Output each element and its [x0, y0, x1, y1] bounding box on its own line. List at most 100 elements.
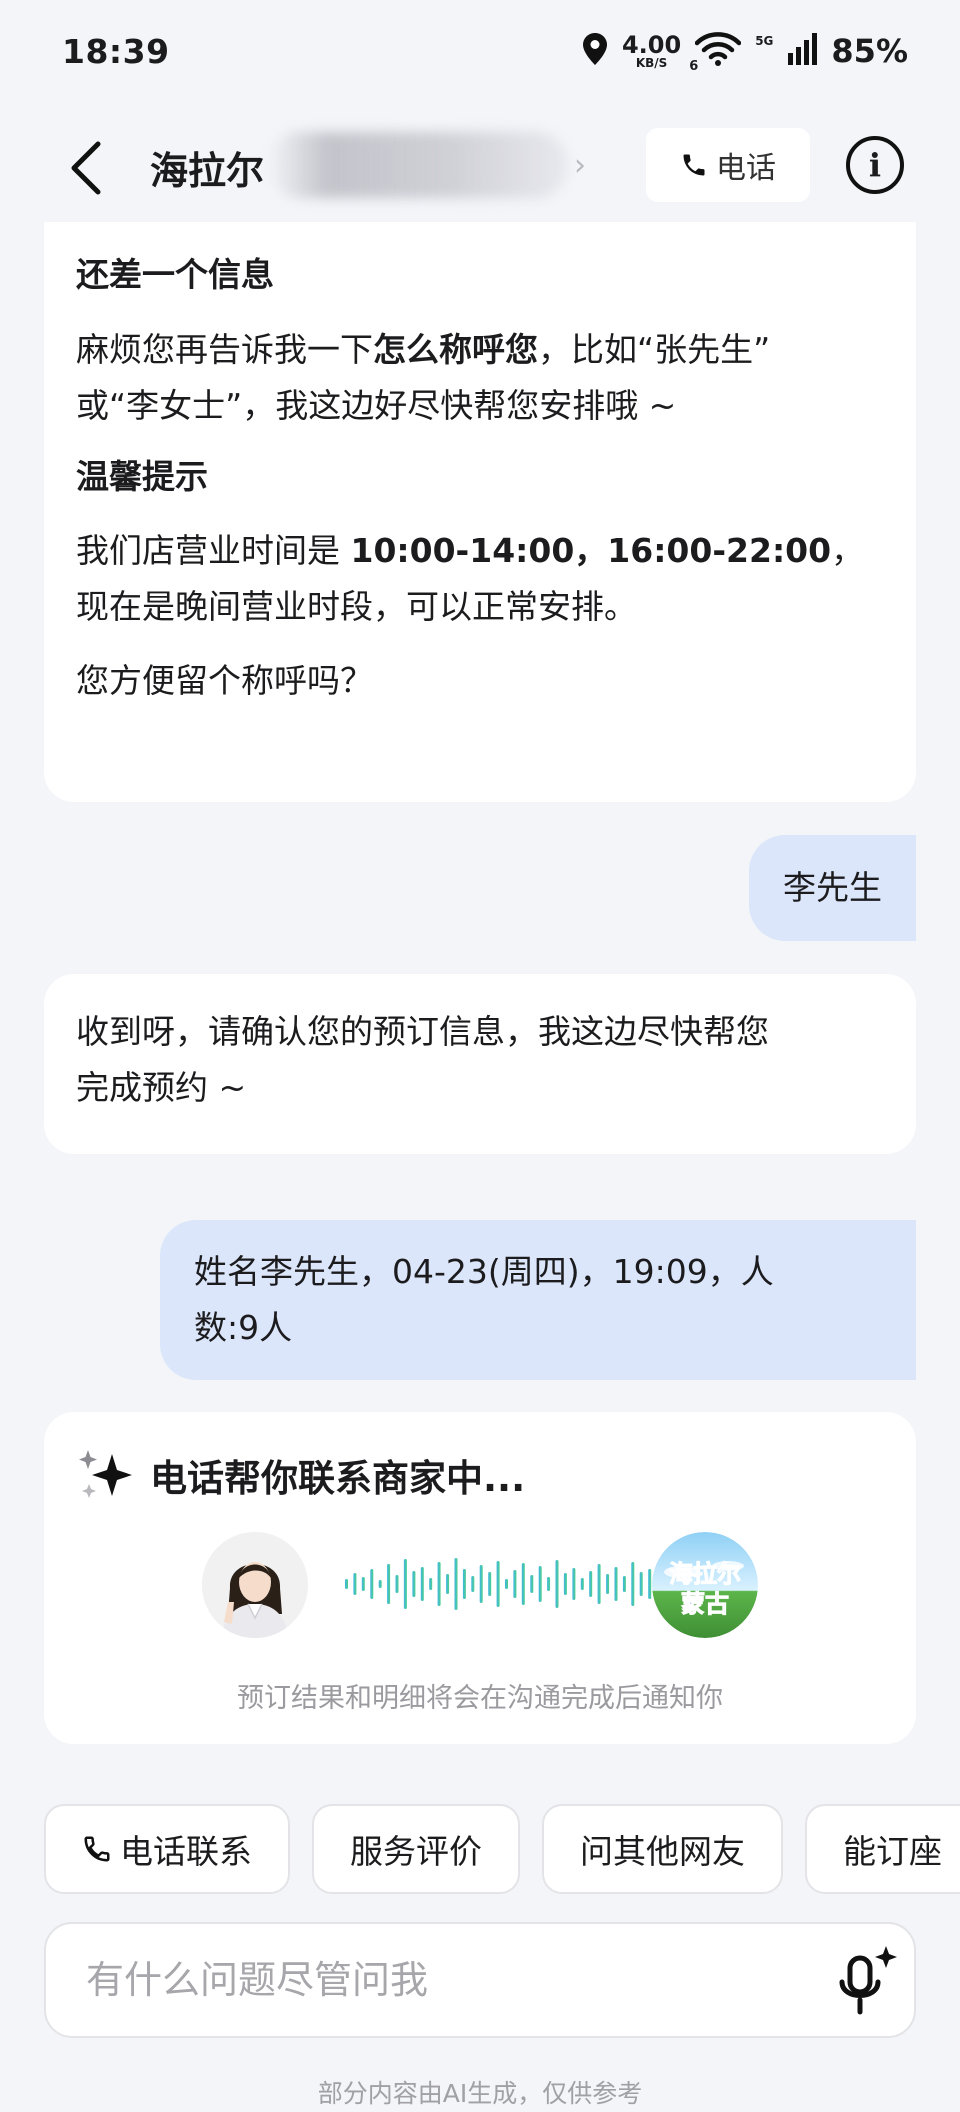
microphone-icon: [839, 1946, 897, 2015]
wifi-icon: 6: [689, 32, 742, 74]
waveform-bar: [454, 1558, 458, 1610]
waveform-bar: [462, 1569, 466, 1599]
chip-phone-contact[interactable]: 电话联系: [44, 1804, 290, 1894]
text-span: 或“李女士”，我这边好尽快帮您安排哦 ~: [76, 385, 677, 425]
message-line: 姓名李先生，04-23(周四)，19:09，人: [194, 1252, 774, 1291]
location-icon: [582, 32, 608, 70]
text-span: 我们店营业时间是: [76, 531, 351, 570]
agent-avatar: [202, 1532, 308, 1638]
chip-label: 服务评价: [350, 1832, 482, 1871]
message-heading: 温馨提示: [76, 456, 208, 496]
waveform-bar: [631, 1562, 635, 1606]
waveform-bar: [429, 1578, 433, 1590]
waveform-bar: [488, 1572, 492, 1596]
assistant-message-card: 收到呀，请确认您的预订信息，我这边尽快帮您 完成预约 ~: [44, 974, 916, 1154]
waveform-bar: [403, 1559, 407, 1609]
waveform-bar: [378, 1580, 382, 1588]
shop-logo: 海拉尔 蒙古: [652, 1532, 758, 1638]
sparkle-icon: [79, 1450, 132, 1498]
waveform-bar: [597, 1564, 601, 1604]
waveform-bar: [345, 1579, 348, 1589]
signal-icon: [787, 33, 818, 69]
phone-icon: [84, 1836, 110, 1862]
waveform-bar: [538, 1566, 542, 1602]
page-title[interactable]: 海拉尔: [150, 140, 264, 195]
message-input-box: [44, 1922, 916, 2038]
net-speed-unit: KB/S: [635, 56, 668, 70]
voice-input-button[interactable]: [836, 1944, 900, 2020]
waveform-bar: [370, 1569, 374, 1599]
waveform-bar: [580, 1578, 584, 1590]
waveform-bar: [412, 1571, 416, 1597]
chip-reservation[interactable]: 能订座: [805, 1804, 960, 1894]
info-icon: i: [868, 146, 882, 184]
quick-actions: 电话联系 服务评价 问其他网友 能订座: [44, 1804, 960, 1894]
waveform-bar: [446, 1574, 450, 1594]
chat-screen: 18:39 4.00 KB/S 6 5G 85% 海拉尔 › 电话 i 还差一个…: [0, 0, 960, 2112]
chip-label: 电话联系: [120, 1832, 252, 1871]
waveform-bar: [437, 1562, 441, 1606]
text-span: 现在是晚间营业时段，可以正常安排。: [76, 587, 637, 626]
message-line: 收到呀，请确认您的预订信息，我这边尽快帮您: [76, 1012, 769, 1051]
status-icons: 4.00 KB/S 6 5G 85%: [582, 32, 908, 74]
waveform-bar: [513, 1570, 517, 1598]
text-span: ，比如“张先生”: [538, 329, 771, 369]
blurred-title-area: [268, 132, 568, 198]
chevron-right-icon: ›: [574, 148, 586, 183]
chevron-left-icon: [71, 141, 101, 195]
waveform-bar: [547, 1577, 551, 1591]
shop-logo-text: 蒙古: [681, 1590, 729, 1618]
user-message-bubble: 李先生: [749, 835, 916, 941]
waveform-bar: [606, 1574, 610, 1594]
waveform-bar: [361, 1577, 365, 1591]
ai-disclaimer: 部分内容由AI生成，仅供参考: [317, 2079, 643, 2108]
message-line: 数:9人: [194, 1308, 293, 1347]
phone-icon: [683, 154, 705, 176]
waveform-bar: [530, 1575, 534, 1593]
bold-text: 10:00-14:00，16:00-22:00: [350, 531, 832, 570]
info-button[interactable]: i: [846, 136, 904, 194]
assistant-message-card: 还差一个信息 麻烦您再告诉我一下怎么称呼您，比如“张先生” 或“李女士”，我这边…: [44, 222, 916, 802]
waveform-bar: [639, 1572, 643, 1596]
text-span: ，: [831, 531, 865, 570]
call-status-header: 电话帮你联系商家中...: [76, 1448, 525, 1502]
chip-label: 能订座: [843, 1832, 942, 1871]
waveform-bar: [395, 1575, 399, 1593]
waveform-bar: [572, 1568, 576, 1600]
chip-label: 问其他网友: [580, 1832, 745, 1871]
call-status-card: 电话帮你联系商家中... 海拉尔 蒙古 预订结果和明细将会在沟通完成后通知你: [44, 1412, 916, 1744]
waveform-bar: [555, 1560, 559, 1608]
waveform-bar: [521, 1563, 525, 1605]
network-speed: 4.00 KB/S: [622, 33, 681, 69]
waveform-bar: [479, 1565, 483, 1603]
waveform-bar: [622, 1576, 626, 1592]
phone-button[interactable]: 电话: [646, 128, 810, 202]
chip-ask-others[interactable]: 问其他网友: [542, 1804, 783, 1894]
waveform-bar: [563, 1573, 567, 1595]
waveform-bar: [353, 1573, 357, 1595]
message-heading: 还差一个信息: [76, 255, 274, 294]
waveform-bar: [648, 1569, 652, 1599]
nav-bar: 海拉尔 › 电话 i: [0, 118, 960, 218]
text-span: 麻烦您再告诉我一下: [76, 329, 373, 369]
message-input[interactable]: [86, 1924, 786, 2036]
waveform-bar: [387, 1564, 391, 1604]
status-bar: 18:39 4.00 KB/S 6 5G 85%: [0, 0, 960, 108]
chip-service-review[interactable]: 服务评价: [312, 1804, 520, 1894]
back-button[interactable]: [56, 136, 116, 200]
status-time: 18:39: [62, 32, 170, 71]
voice-waveform: [345, 1558, 660, 1610]
bold-text: 怎么称呼您: [373, 329, 538, 369]
waveform-bar: [420, 1567, 424, 1601]
signal-type-label: 5G: [755, 34, 774, 48]
message-paragraph: 麻烦您再告诉我一下怎么称呼您，比如“张先生” 或“李女士”，我这边好尽快帮您安排…: [76, 322, 884, 434]
call-status-title: 电话帮你联系商家中...: [150, 1457, 526, 1500]
waveform-bar: [589, 1571, 593, 1597]
user-message-bubble: 姓名李先生，04-23(周四)，19:09，人 数:9人: [160, 1220, 916, 1380]
waveform-bar: [496, 1561, 500, 1607]
shop-logo-text: 海拉尔: [669, 1560, 741, 1588]
call-status-note: 预订结果和明细将会在沟通完成后通知你: [237, 1683, 723, 1714]
message-line: 完成预约 ~: [76, 1068, 247, 1107]
wifi-label: 6: [689, 59, 699, 74]
battery-level: 85%: [831, 32, 908, 70]
